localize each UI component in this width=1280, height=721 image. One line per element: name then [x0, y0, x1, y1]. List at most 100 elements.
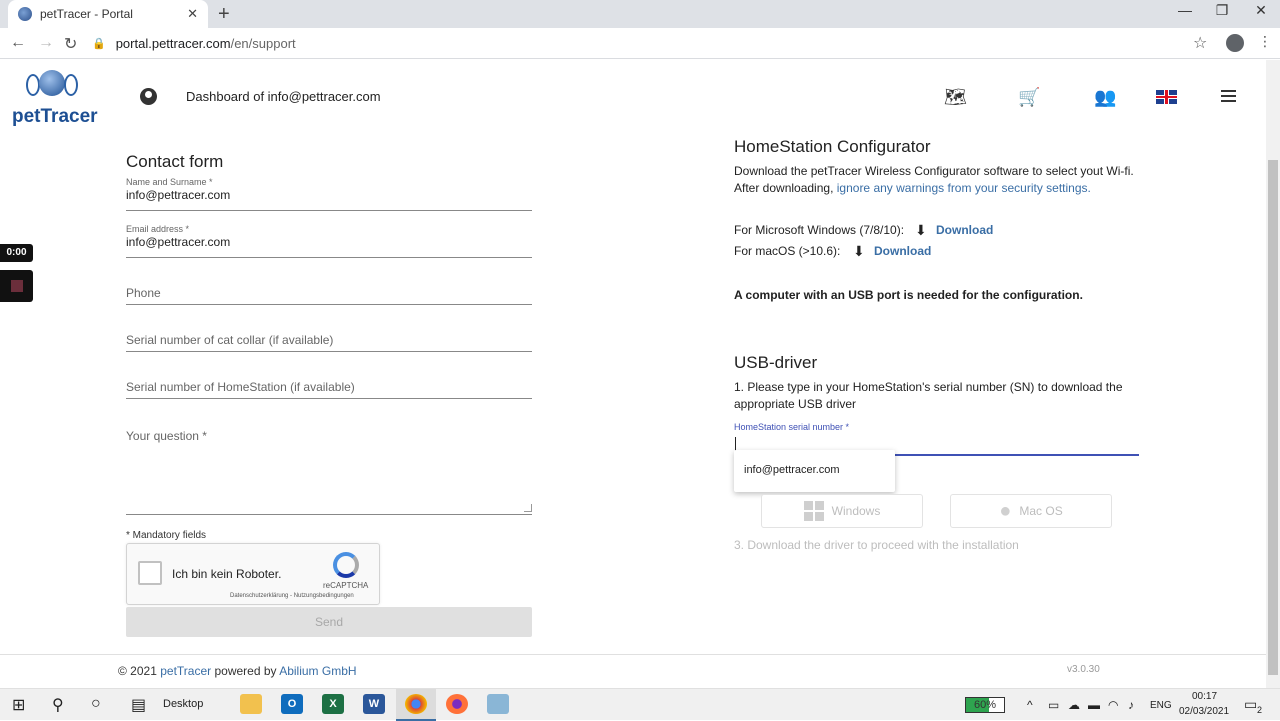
windows-download-link[interactable]: Download — [936, 223, 993, 237]
back-icon[interactable]: ← — [10, 34, 26, 52]
recaptcha-terms[interactable]: Datenschutzerklärung - Nutzungsbedingung… — [230, 593, 354, 599]
profile-avatar-icon[interactable] — [1226, 34, 1244, 52]
homestation-serial-placeholder: Serial number of HomeStation (if availab… — [126, 380, 355, 394]
question-textarea[interactable]: Your question * — [126, 427, 532, 515]
file-explorer-icon[interactable] — [240, 694, 262, 714]
forward-icon[interactable]: → — [38, 34, 54, 52]
usb-driver-title: USB-driver — [734, 353, 818, 372]
autocomplete-option[interactable]: info@pettracer.com — [744, 464, 840, 476]
notifications-icon[interactable]: ▭ — [1244, 696, 1257, 713]
security-warnings-link[interactable]: ignore any warnings from your security s… — [837, 181, 1091, 195]
footer-powered: powered by — [214, 664, 277, 678]
close-tab-icon[interactable]: ✕ — [187, 6, 198, 22]
people-icon[interactable]: 👥 — [1094, 87, 1116, 108]
phone-field[interactable]: Phone — [126, 286, 532, 305]
recaptcha-checkbox[interactable] — [138, 561, 162, 585]
clock-date[interactable]: 02/03/2021 — [1179, 706, 1229, 717]
scrollbar-thumb[interactable] — [1268, 160, 1278, 675]
phone-placeholder: Phone — [126, 286, 161, 300]
app-icon[interactable] — [487, 694, 509, 714]
word-icon[interactable]: W — [363, 694, 385, 714]
send-button[interactable]: Send — [126, 607, 532, 637]
recaptcha-text: Ich bin kein Roboter. — [172, 567, 282, 581]
recaptcha-logo-icon — [333, 552, 359, 578]
version-label: v3.0.30 — [1067, 664, 1100, 675]
recorder-stop-button[interactable] — [0, 270, 33, 302]
usb-step3: 3. Download the driver to proceed with t… — [734, 538, 1019, 552]
firefox-icon[interactable] — [446, 694, 468, 714]
mandatory-note: * Mandatory fields — [126, 530, 207, 541]
logo-globe-icon — [39, 70, 65, 96]
windows-download-label: For Microsoft Windows (7/8/10): — [734, 223, 905, 237]
email-value: info@pettracer.com — [126, 235, 231, 249]
web-page: petTracer Dashboard of info@pettracer.co… — [0, 60, 1266, 688]
email-label: Email address * — [126, 224, 190, 234]
download-icon[interactable]: ⬇ — [915, 222, 927, 239]
wifi-icon[interactable]: ◠ — [1108, 698, 1118, 712]
notification-count: 2 — [1257, 705, 1263, 715]
desktop-toolbar-label[interactable]: Desktop — [163, 698, 203, 710]
uk-flag-icon[interactable] — [1156, 90, 1177, 104]
tab-title: petTracer - Portal — [40, 7, 133, 21]
apple-logo-icon: ● — [999, 499, 1012, 522]
email-field[interactable]: Email address * info@pettracer.com — [126, 224, 532, 258]
windows-taskbar: ⊞ ⚲ ○ ▤ Desktop O X W 60% ^ ▭ ☁ ▬ ◠ ♪ EN… — [0, 688, 1280, 721]
outlook-icon[interactable]: O — [281, 694, 303, 714]
close-window-icon[interactable]: ✕ — [1243, 2, 1279, 19]
footer-company-link[interactable]: Abilium GmbH — [279, 664, 356, 678]
minimize-icon[interactable]: — — [1167, 2, 1203, 18]
reload-icon[interactable]: ↻ — [64, 34, 77, 54]
url-field[interactable]: 🔒 portal.pettracer.com/en/support — [92, 32, 1216, 54]
cortana-icon[interactable]: ○ — [91, 695, 101, 713]
pettracer-logo[interactable]: petTracer — [10, 70, 100, 128]
address-bar: ← → ↻ 🔒 portal.pettracer.com/en/support … — [0, 28, 1280, 59]
chevron-up-icon[interactable]: ^ — [1027, 698, 1033, 712]
name-field[interactable]: Name and Surname * info@pettracer.com — [126, 177, 532, 211]
bookmark-star-icon[interactable]: ☆ — [1193, 33, 1207, 53]
language-indicator[interactable]: ENG — [1150, 700, 1172, 711]
browser-tab-bar: petTracer - Portal ✕ + — ❐ ✕ — [0, 0, 1280, 28]
onedrive-icon[interactable]: ☁ — [1068, 698, 1080, 712]
sn-label: HomeStation serial number * — [734, 422, 850, 432]
contact-form-title: Contact form — [126, 152, 224, 171]
configurator-line2: After downloading, ignore any warnings f… — [734, 180, 1091, 197]
browser-menu-icon[interactable]: ⋮ — [1258, 33, 1272, 50]
windows-button-label: Windows — [831, 504, 881, 518]
mac-download-link[interactable]: Download — [874, 244, 931, 258]
footer-brand-link[interactable]: petTracer — [160, 664, 211, 678]
configurator-line2-prefix: After downloading, — [734, 181, 834, 195]
maximize-icon[interactable]: ❐ — [1204, 2, 1240, 19]
clock-time[interactable]: 00:17 — [1192, 691, 1217, 702]
url-path: /en/support — [230, 35, 296, 51]
logo-text: petTracer — [12, 106, 98, 127]
windows-start-icon[interactable]: ⊞ — [12, 695, 25, 715]
volume-icon[interactable]: ♪ — [1128, 698, 1134, 712]
homestation-serial-field[interactable]: Serial number of HomeStation (if availab… — [126, 380, 532, 399]
macos-button-label: Mac OS — [1019, 504, 1063, 518]
browser-tab[interactable]: petTracer - Portal ✕ — [8, 0, 208, 28]
footer-copyright: © 2021 — [118, 664, 157, 678]
collar-serial-field[interactable]: Serial number of cat collar (if availabl… — [126, 333, 532, 352]
resize-handle-icon[interactable] — [524, 504, 532, 512]
configurator-line1: Download the petTracer Wireless Configur… — [734, 164, 1134, 178]
excel-icon[interactable]: X — [322, 694, 344, 714]
download-icon[interactable]: ⬇ — [853, 243, 865, 260]
chrome-icon[interactable] — [405, 694, 427, 714]
hamburger-menu-icon[interactable] — [1221, 90, 1236, 102]
url-host: portal.pettracer.com — [115, 35, 231, 51]
task-view-icon[interactable]: ▤ — [131, 695, 146, 715]
macos-driver-button[interactable]: ● Mac OS — [950, 494, 1112, 528]
cart-icon[interactable]: 🛒 — [1018, 87, 1040, 108]
map-icon[interactable]: 🗺 — [944, 87, 967, 108]
windows-driver-button[interactable]: Windows — [761, 494, 923, 528]
search-icon[interactable]: ⚲ — [52, 695, 64, 715]
footer: © 2021 petTracer powered by Abilium GmbH — [118, 664, 357, 678]
battery-icon[interactable]: ▬ — [1088, 698, 1100, 712]
collar-serial-placeholder: Serial number of cat collar (if availabl… — [126, 333, 334, 347]
recorder-timer: 0:00 — [0, 244, 33, 262]
battery-indicator[interactable]: 60% — [965, 697, 1005, 713]
device-icon[interactable]: ▭ — [1048, 698, 1059, 712]
dashboard-link[interactable]: Dashboard of info@pettracer.com — [186, 89, 381, 104]
pettracer-favicon — [18, 7, 32, 21]
new-tab-icon[interactable]: + — [218, 4, 230, 24]
